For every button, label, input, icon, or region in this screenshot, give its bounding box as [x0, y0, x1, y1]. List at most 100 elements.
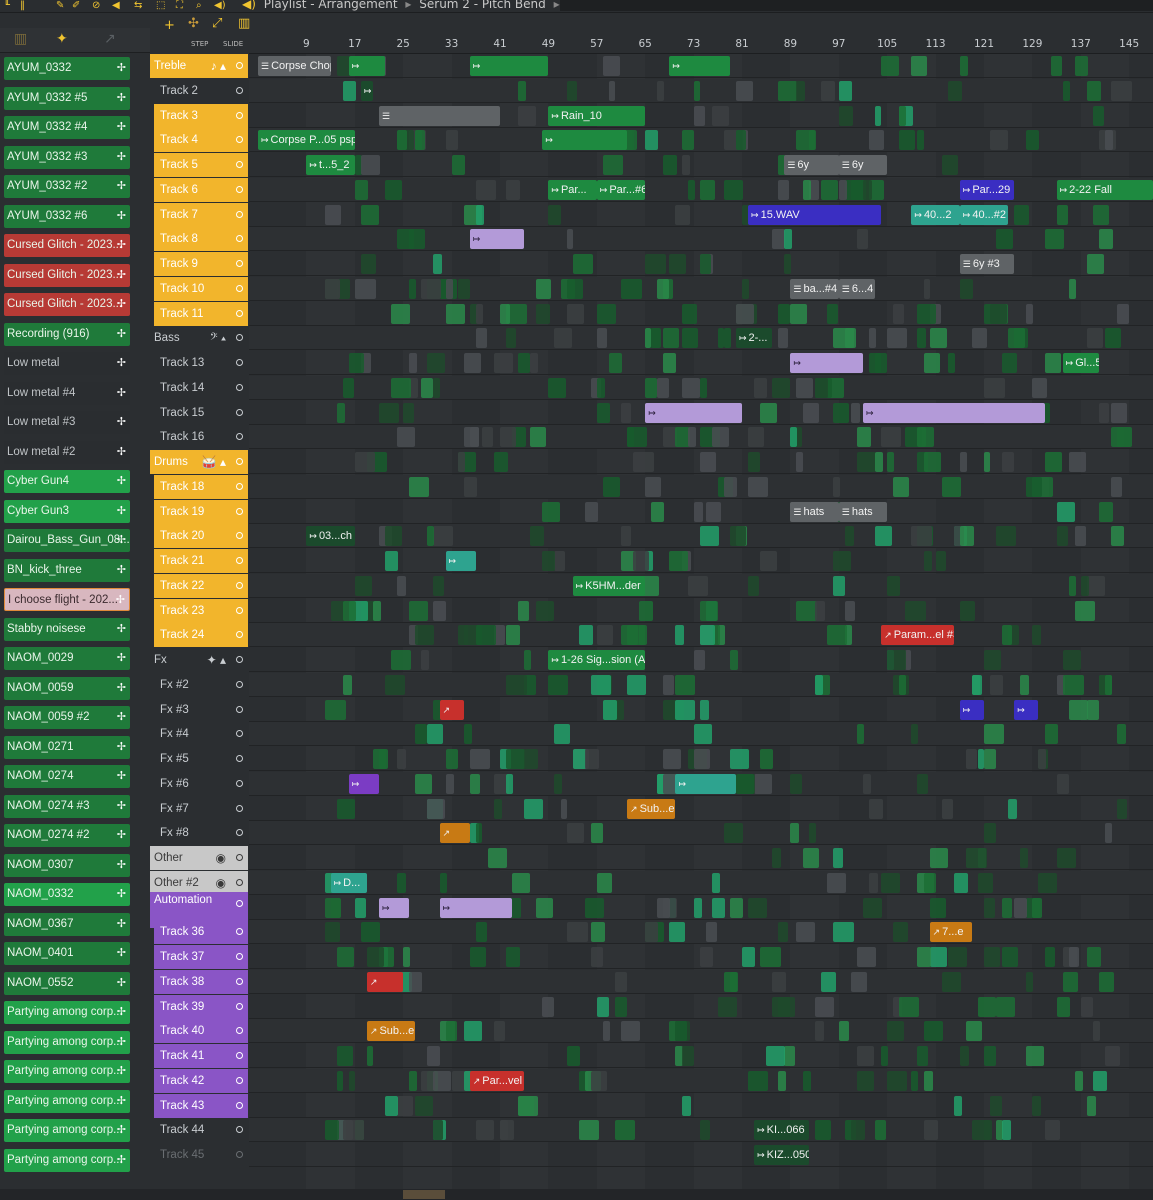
clip-fragment[interactable]	[935, 551, 947, 571]
plus-icon[interactable]: +	[164, 18, 175, 33]
timeline-ruler[interactable]: 9 17 25 33 41 49 57 65 73 81 89 97 105 113 121 129 137 14…	[249, 34, 1153, 54]
clip-fragment[interactable]	[1062, 650, 1082, 670]
pause-icon[interactable]: ‖	[20, 0, 25, 11]
clip-fragment[interactable]	[391, 303, 411, 324]
track-mute-icon[interactable]	[236, 507, 243, 515]
clip-fragment[interactable]	[1008, 328, 1025, 349]
clip-fragment[interactable]	[959, 452, 967, 472]
track-mute-icon[interactable]	[236, 260, 243, 267]
clip-fragment[interactable]	[990, 303, 1007, 324]
track-header[interactable]: Track 15	[154, 401, 248, 425]
clip-fragment[interactable]	[1068, 699, 1089, 720]
clip-fragment[interactable]	[850, 1120, 866, 1141]
clip-fragment[interactable]	[856, 1070, 875, 1091]
clip-fragment[interactable]	[536, 897, 553, 918]
clip-fragment[interactable]	[1098, 971, 1114, 992]
clip-fragment[interactable]	[475, 204, 484, 225]
clip-fragment[interactable]	[1026, 476, 1043, 497]
clip-fragment[interactable]	[590, 674, 611, 695]
clip-fragment[interactable]	[778, 1070, 787, 1091]
track-header[interactable]: Track 18	[154, 474, 248, 499]
clip-fragment[interactable]	[397, 229, 414, 250]
clip-fragment[interactable]	[802, 1070, 812, 1091]
track-mute-icon[interactable]	[236, 804, 243, 812]
clip-fragment[interactable]	[530, 427, 547, 448]
clip-fragment[interactable]	[772, 377, 790, 398]
clip-fragment[interactable]	[838, 1021, 849, 1042]
track-mute-icon[interactable]	[236, 458, 243, 465]
clip-fragment[interactable]	[729, 749, 750, 769]
clip-fragment[interactable]	[1044, 452, 1063, 472]
clip-fragment[interactable]	[826, 303, 839, 324]
clip-fragment[interactable]	[415, 724, 428, 745]
clip-fragment[interactable]	[1098, 501, 1113, 522]
clip-fragment[interactable]	[445, 278, 453, 299]
clip-fragment[interactable]	[336, 798, 356, 819]
playlist-clip[interactable]: ↦ K5HM...der	[572, 575, 646, 596]
pattern-item[interactable]: NAOM_0401 ✢	[4, 942, 130, 965]
clip-fragment[interactable]	[342, 600, 357, 621]
clip-fragment[interactable]	[784, 229, 792, 250]
clip-fragment[interactable]	[518, 353, 530, 373]
pattern-item[interactable]: Partying among corp... ✢	[4, 1148, 130, 1172]
clip-fragment[interactable]	[917, 1046, 928, 1066]
clip-fragment[interactable]	[711, 427, 729, 448]
clip-fragment[interactable]	[911, 56, 928, 76]
pattern-item[interactable]: NAOM_0271 ✢	[4, 735, 130, 759]
track-mute-icon[interactable]	[236, 1002, 243, 1010]
clip-fragment[interactable]	[760, 551, 777, 571]
playlist-clip[interactable]: ↦ Par...	[548, 179, 597, 200]
clip-fragment[interactable]	[723, 971, 738, 992]
clip-fragment[interactable]	[1105, 823, 1113, 844]
clip-fragment[interactable]	[748, 427, 765, 448]
track-lane[interactable]	[249, 351, 1153, 375]
track-mute-icon[interactable]	[236, 185, 243, 193]
clip-fragment[interactable]	[475, 625, 496, 646]
playlist-clip[interactable]: ☰ 6y #3	[959, 254, 1015, 274]
playlist-overview[interactable]	[560, 0, 1153, 11]
clip-fragment[interactable]	[1068, 278, 1077, 299]
clip-fragment[interactable]	[693, 80, 700, 101]
clip-fragment[interactable]	[1111, 476, 1123, 497]
clip-fragment[interactable]	[953, 872, 969, 893]
playlist-clip[interactable]: ↦ Gl...5	[1062, 353, 1099, 373]
select-box-icon[interactable]: ⛶	[176, 0, 183, 11]
clip-fragment[interactable]	[427, 1046, 440, 1066]
pattern-item[interactable]: NAOM_0274 #3 ✢	[4, 794, 130, 818]
track-header[interactable]: Track 38	[154, 969, 248, 994]
track-lane[interactable]	[249, 128, 1153, 153]
clip-fragment[interactable]	[590, 947, 604, 967]
slide-icon[interactable]: ⤢	[212, 16, 222, 31]
clip-fragment[interactable]	[566, 823, 584, 844]
clip-fragment[interactable]	[324, 278, 341, 299]
clip-fragment[interactable]	[621, 526, 631, 547]
clip-fragment[interactable]	[820, 80, 836, 101]
track-header[interactable]: Track 19	[154, 499, 248, 524]
clip-fragment[interactable]	[518, 80, 526, 101]
clip-fragment[interactable]	[766, 1046, 785, 1066]
clip-fragment[interactable]	[463, 724, 473, 745]
track-mute-icon[interactable]	[236, 86, 243, 94]
playlist-clip[interactable]: ↦	[360, 80, 373, 101]
pattern-item[interactable]: NAOM_0029 ✢	[4, 647, 130, 670]
clip-fragment[interactable]	[572, 749, 586, 769]
playlist-clip[interactable]: ↦ t...5_2	[306, 155, 355, 175]
clip-fragment[interactable]	[633, 551, 650, 571]
clip-fragment[interactable]	[881, 872, 900, 893]
clip-fragment[interactable]	[1002, 947, 1019, 967]
playlist-clip[interactable]: ↗ Param...el #3	[881, 625, 954, 646]
clip-fragment[interactable]	[1020, 848, 1029, 868]
clip-fragment[interactable]	[1117, 303, 1129, 324]
pattern-item[interactable]: Recording (916) ✢	[4, 322, 130, 346]
clip-fragment[interactable]	[778, 80, 797, 101]
clip-fragment[interactable]	[681, 155, 690, 175]
clip-fragment[interactable]	[469, 427, 480, 448]
clip-fragment[interactable]	[923, 1070, 934, 1091]
clip-fragment[interactable]	[705, 501, 722, 522]
clip-fragment[interactable]	[717, 996, 738, 1017]
clip-fragment[interactable]	[899, 130, 915, 151]
clip-fragment[interactable]	[826, 625, 848, 646]
clip-fragment[interactable]	[336, 402, 346, 423]
clip-fragment[interactable]	[397, 427, 415, 448]
clip-fragment[interactable]	[572, 254, 593, 274]
